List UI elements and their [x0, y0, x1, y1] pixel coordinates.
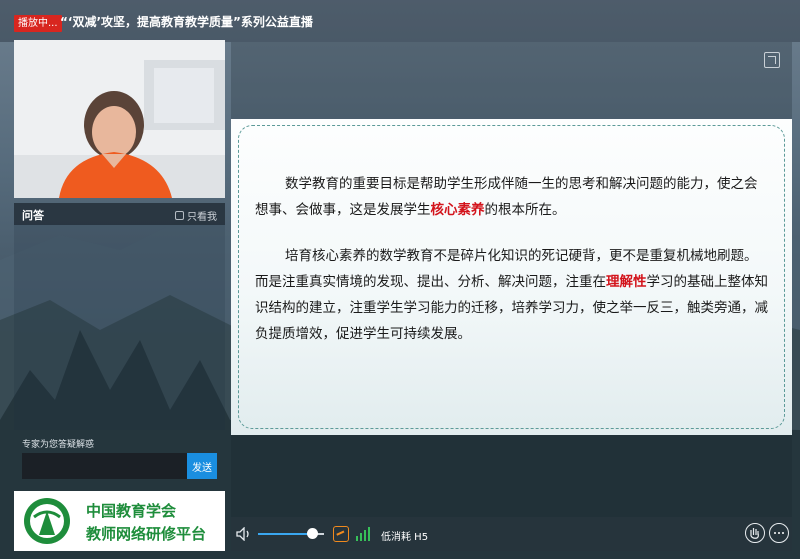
raise-hand-icon[interactable] — [745, 523, 765, 543]
cse-emblem-icon — [24, 498, 70, 544]
volume-slider-fill — [258, 533, 313, 535]
qa-panel-header: 问答 只看我 — [14, 203, 225, 225]
speaker-video[interactable] — [14, 40, 225, 198]
send-button[interactable]: 发送 — [187, 453, 217, 479]
logo-text-primary: 中国教育学会 — [86, 502, 177, 520]
logo-text-secondary: 教师网络研修平台 — [86, 525, 207, 543]
slide-paragraph-2: 培育核心素养的数学教育不是碎片化知识的死记硬背，更不是重复机械地刷题。而是注重真… — [255, 243, 770, 347]
volume-icon[interactable] — [236, 527, 252, 541]
qa-message-list[interactable] — [14, 225, 225, 430]
p2-highlight: 理解性 — [606, 274, 647, 290]
playback-mode-label[interactable]: 低消耗 H5 — [381, 528, 428, 543]
question-input[interactable] — [22, 453, 187, 479]
p1-text-end: 的根本所在。 — [484, 202, 566, 218]
qa-hint-text: 专家为您答疑解惑 — [22, 440, 95, 450]
slide-paragraph-1: 数学教育的重要目标是帮助学生形成伴随一生的思考和解决问题的能力，使之会想事、会做… — [255, 171, 770, 223]
p1-highlight: 核心素养 — [430, 202, 485, 218]
fullscreen-icon[interactable] — [764, 52, 780, 68]
checkbox-icon[interactable] — [175, 211, 184, 220]
speaker-avatar-figure — [14, 40, 225, 198]
organization-logo: 中国教育学会 教师网络研修平台 — [14, 491, 225, 551]
broadcast-title: “‘双减’攻坚，提高教育教学质量”系列公益直播 — [60, 15, 313, 29]
signal-strength-icon — [356, 527, 370, 541]
stream-quality-icon[interactable] — [333, 526, 349, 542]
only-me-toggle[interactable]: 只看我 — [175, 208, 217, 223]
live-status-badge: 播放中... — [14, 15, 62, 32]
qa-title: 问答 — [22, 209, 44, 222]
slide-content: 数学教育的重要目标是帮助学生形成伴随一生的思考和解决问题的能力，使之会想事、会做… — [231, 119, 792, 435]
more-options-icon[interactable] — [769, 523, 789, 543]
only-me-label: 只看我 — [187, 212, 217, 223]
